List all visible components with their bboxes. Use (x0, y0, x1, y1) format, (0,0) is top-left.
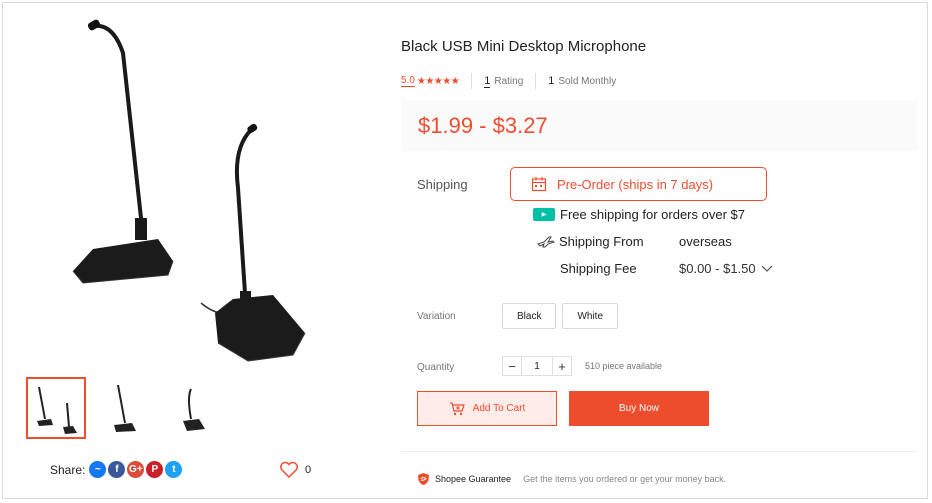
stock-available: 510 piece available (585, 361, 663, 371)
shipping-from-label: Shipping From (559, 234, 644, 249)
variation-option-black[interactable]: Black (502, 303, 557, 329)
free-shipping-row: ▶ Free shipping for orders over $7 (533, 207, 745, 222)
quantity-label: Quantity (417, 362, 455, 373)
shipping-from-value: overseas (679, 234, 732, 249)
shield-icon (418, 473, 429, 485)
thumbnail-2[interactable] (95, 377, 155, 439)
guarantee-description: Get the items you ordered or get your mo… (523, 474, 727, 484)
twitter-icon[interactable]: t (165, 461, 183, 478)
variation-options: Black White (502, 303, 619, 329)
shipping-fee-value: $0.00 - $1.50 (679, 261, 756, 276)
quantity-decrease-button[interactable]: − (502, 356, 522, 376)
price: $1.99 - $3.27 (418, 113, 548, 138)
preorder-badge: Pre-Order (ships in 7 days) (510, 167, 767, 201)
divider (471, 73, 473, 89)
add-to-cart-label: Add To Cart (472, 403, 526, 414)
cart-icon (449, 401, 465, 415)
short-microphone-thumbnail (183, 388, 205, 431)
variation-label: Variation (417, 311, 456, 322)
heart-icon (280, 461, 298, 479)
shipping-from-row: Shipping From overseas (537, 234, 732, 249)
free-shipping-truck-icon: ▶ (533, 208, 555, 221)
product-title: Black USB Mini Desktop Microphone (401, 38, 647, 55)
airplane-icon (537, 236, 555, 247)
messenger-icon[interactable]: ~ (89, 461, 107, 478)
rating-count[interactable]: 1 (484, 75, 491, 88)
shipping-fee-label: Shipping Fee (560, 261, 637, 276)
main-product-image[interactable] (23, 13, 368, 368)
shipping-fee-row[interactable]: Shipping Fee $0.00 - $1.50 (560, 261, 774, 276)
like-count: 0 (305, 464, 312, 476)
tall-microphone-thumbnail (114, 384, 136, 432)
share-label: Share: (50, 462, 86, 477)
chevron-down-icon[interactable] (760, 264, 774, 274)
google-plus-icon[interactable]: G+ (127, 461, 145, 478)
share-row: Share: ~ f G+ Pt (50, 461, 183, 478)
divider (402, 451, 917, 452)
buy-now-button[interactable]: Buy Now (569, 391, 709, 426)
like-button[interactable]: 0 (279, 461, 311, 479)
free-shipping-text: Free shipping for orders over $7 (560, 207, 745, 222)
pinterest-icon[interactable]: P (146, 461, 164, 478)
thumbnail-3[interactable] (164, 377, 224, 439)
guarantee-title: Shopee Guarantee (435, 474, 512, 484)
rating-row: 5.0 ★★★★★ 1 Rating 1 Sold Monthly (401, 73, 616, 89)
microphone-product-image (72, 19, 306, 362)
sold-label: Sold Monthly (558, 75, 617, 87)
quantity-increase-button[interactable]: + (552, 356, 572, 376)
thumbnail-strip (26, 377, 224, 439)
divider (535, 73, 537, 89)
share-icons: ~ f G+ Pt (89, 461, 183, 478)
quantity-input[interactable]: 1 (522, 356, 552, 376)
shipping-label: Shipping (417, 177, 468, 192)
sold-count: 1 (548, 75, 555, 87)
two-microphones-thumbnail (37, 386, 77, 434)
calendar-icon (531, 177, 547, 192)
variation-option-white[interactable]: White (562, 303, 619, 329)
price-box: $1.99 - $3.27 (402, 100, 917, 151)
preorder-text: Pre-Order (ships in 7 days) (557, 176, 714, 192)
star-rating-icon: ★★★★★ (416, 75, 460, 87)
quantity-stepper: − 1 + 510 piece available (502, 356, 662, 376)
product-page: Share: ~ f G+ Pt 0 Black USB Mini Desktop M… (2, 2, 928, 499)
rating-label: Rating (494, 75, 524, 87)
rating-score[interactable]: 5.0 (401, 75, 415, 87)
facebook-icon[interactable]: f (108, 461, 126, 478)
thumbnail-1[interactable] (26, 377, 86, 439)
add-to-cart-button[interactable]: Add To Cart (417, 391, 557, 426)
shopee-guarantee[interactable]: Shopee Guarantee Get the items you order… (417, 472, 726, 486)
